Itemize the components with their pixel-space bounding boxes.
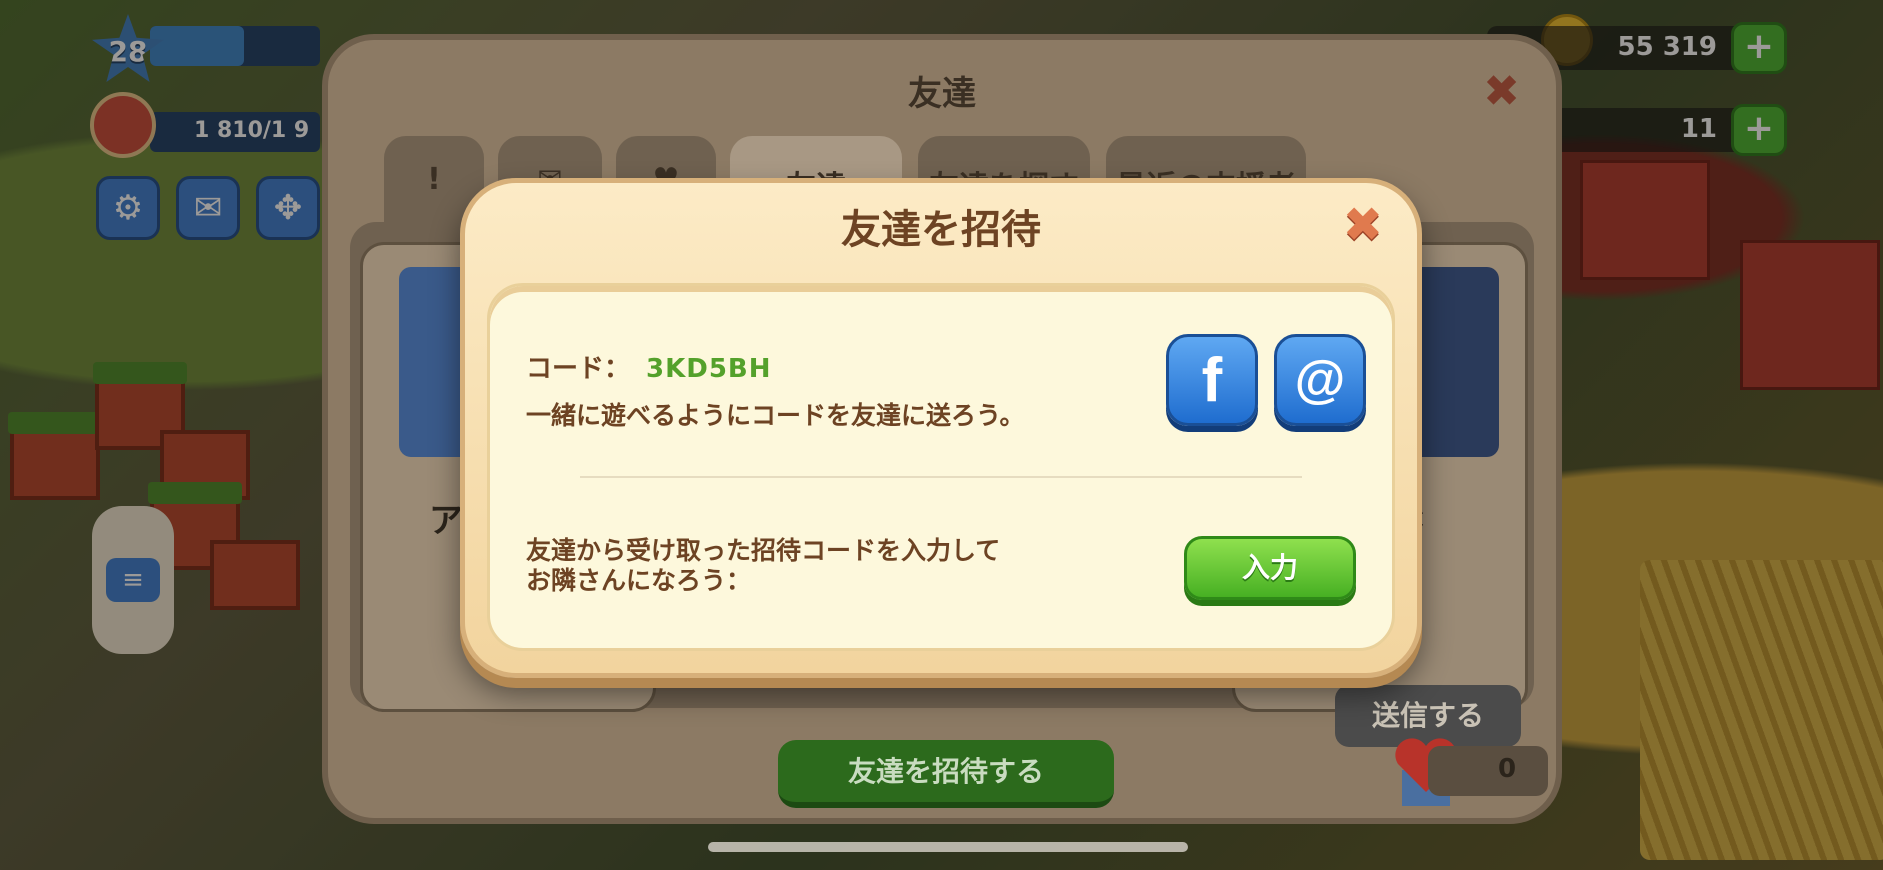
hearts-counter: 0 — [1428, 746, 1548, 796]
email-share-button[interactable]: @ — [1274, 334, 1366, 426]
divider — [580, 476, 1302, 478]
invite-code-value: 3KD5BH — [646, 354, 772, 384]
close-icon[interactable]: ✖ — [1343, 201, 1383, 249]
share-instructions: 一緒に遊べるようにコードを友達に送ろう。 — [526, 396, 1025, 432]
invite-code-label: コード： — [526, 354, 630, 384]
invite-code-row: コード： 3KD5BH — [526, 348, 772, 385]
dialog-content: コード： 3KD5BH 一緒に遊べるようにコードを友達に送ろう。 f @ 友達から… — [487, 283, 1395, 651]
enter-code-button[interactable]: 入力 — [1184, 536, 1356, 600]
facebook-icon: f — [1202, 345, 1223, 416]
enter-code-line-2: お隣さんになろう： — [526, 566, 1000, 596]
invite-friends-button[interactable]: 友達を招待する — [778, 740, 1114, 808]
friends-panel-title: 友達 — [328, 66, 1556, 115]
enter-code-line-1: 友達から受け取った招待コードを入力して — [526, 536, 1000, 566]
facebook-share-button[interactable]: f — [1166, 334, 1258, 426]
friends-close-button[interactable]: ✖ — [1483, 66, 1520, 117]
enter-code-instructions: 友達から受け取った招待コードを入力して お隣さんになろう： — [526, 536, 1000, 596]
invite-friends-dialog: 友達を招待 ✖ コード： 3KD5BH 一緒に遊べるようにコードを友達に送ろう。 … — [460, 178, 1422, 678]
home-indicator[interactable] — [708, 842, 1188, 852]
email-at-icon: @ — [1295, 350, 1346, 410]
exclamation-icon: ! — [427, 162, 441, 197]
dialog-title: 友達を招待 — [465, 197, 1417, 255]
